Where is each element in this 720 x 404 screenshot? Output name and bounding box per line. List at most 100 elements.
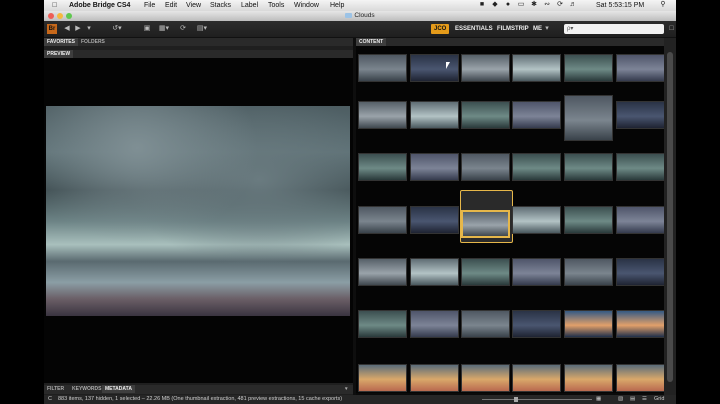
thumbnail[interactable]	[461, 153, 510, 181]
menu-help[interactable]: Help	[330, 1, 344, 10]
tab-preview[interactable]: PREVIEW	[44, 50, 74, 58]
volume-icon[interactable]: ♬	[569, 1, 577, 9]
thumbnail[interactable]	[512, 206, 561, 234]
tab-favorites[interactable]: FAVORITES	[44, 38, 78, 46]
thumbnail[interactable]	[410, 153, 459, 181]
thumbnail[interactable]	[564, 258, 613, 286]
menu-edit[interactable]: Edit	[165, 1, 177, 10]
panel-menu-icon[interactable]: ▾	[342, 385, 351, 393]
back-icon[interactable]: ◀	[63, 24, 71, 34]
menu-stacks[interactable]: Stacks	[210, 1, 231, 10]
thumbnail[interactable]	[616, 258, 664, 286]
thumbnail[interactable]	[461, 258, 510, 286]
right-panel: CONTENT	[356, 38, 664, 395]
refresh-icon[interactable]: C	[48, 395, 52, 404]
camera-download-icon[interactable]: ▣	[142, 24, 152, 34]
forward-icon[interactable]: ▶	[74, 24, 82, 34]
menu-tools[interactable]: Tools	[268, 1, 284, 10]
wifi-icon[interactable]: ∾	[543, 1, 551, 9]
thumbnail[interactable]	[461, 310, 510, 338]
menu-clock[interactable]: Sat 5:53:15 PM	[596, 1, 644, 10]
thumbnail[interactable]	[616, 153, 664, 181]
thumbnail[interactable]	[358, 310, 407, 338]
workspace-me[interactable]: ME	[533, 24, 542, 34]
thumbnail[interactable]	[410, 101, 459, 129]
thumbnail[interactable]	[410, 258, 459, 286]
view-list-icon[interactable]: ☰	[642, 395, 647, 404]
workspace-essentials[interactable]: ESSENTIALS	[455, 24, 493, 34]
metadata-tabs: FILTER KEYWORDS METADATA ▾	[44, 385, 353, 394]
scrollbar-thumb[interactable]	[667, 52, 673, 382]
thumbnail[interactable]	[616, 54, 664, 82]
menu-file[interactable]: File	[144, 1, 155, 10]
thumbnail[interactable]	[564, 364, 613, 392]
workspace-jco[interactable]: JCO	[431, 24, 450, 34]
workspace-menu-icon[interactable]: ▾	[543, 24, 551, 34]
thumbnail-size-slider[interactable]	[482, 399, 592, 400]
thumbnail[interactable]	[358, 206, 407, 234]
thumbnail[interactable]	[461, 364, 510, 392]
thumbnail[interactable]	[358, 364, 407, 392]
thumbnail[interactable]	[564, 153, 613, 181]
output-icon[interactable]: ▤▾	[194, 24, 210, 34]
thumbnail[interactable]	[564, 95, 613, 141]
display-icon[interactable]: ▭	[517, 1, 525, 9]
compact-mode-icon[interactable]: □	[668, 24, 675, 34]
sync-icon[interactable]: ⟳	[556, 1, 564, 9]
rotate-icon[interactable]: ⟳	[178, 24, 188, 34]
apple-icon[interactable]: 	[52, 1, 57, 10]
thumbnail[interactable]	[358, 258, 407, 286]
thumbnail[interactable]	[564, 54, 613, 82]
bluetooth-icon[interactable]: ✱	[530, 1, 538, 9]
tab-content[interactable]: CONTENT	[356, 38, 387, 46]
thumbnail[interactable]	[461, 101, 510, 129]
tab-folders[interactable]: FOLDERS	[78, 38, 108, 46]
app-name-menu[interactable]: Adobe Bridge CS4	[69, 1, 130, 10]
thumbnail[interactable]	[358, 54, 407, 82]
thumbnail[interactable]	[564, 206, 613, 234]
thumbnail[interactable]	[461, 54, 510, 82]
content-scrollbar[interactable]	[664, 38, 676, 395]
thumbnail[interactable]	[512, 54, 561, 82]
thumbnail[interactable]	[410, 54, 459, 82]
view-grid-icon[interactable]: ▧	[618, 395, 623, 404]
dropbox-icon[interactable]: ◆	[491, 1, 499, 9]
workspace-filmstrip[interactable]: FILMSTRIP	[497, 24, 529, 34]
refine-icon[interactable]: ▦▾	[156, 24, 172, 34]
thumbnail[interactable]	[410, 206, 459, 234]
thumbnail[interactable]	[461, 210, 510, 238]
slider-knob[interactable]	[514, 397, 518, 402]
thumbnail[interactable]	[512, 310, 561, 338]
thumbnail[interactable]	[564, 310, 613, 338]
thumbnail[interactable]	[616, 364, 664, 392]
recent-folders-icon[interactable]: ↺▾	[110, 24, 124, 34]
thumbnail[interactable]	[512, 101, 561, 129]
thumbnail[interactable]	[616, 206, 664, 234]
view-details-icon[interactable]: ▤	[630, 395, 635, 404]
menu-view[interactable]: View	[186, 1, 201, 10]
thumbnail[interactable]	[512, 364, 561, 392]
app-toolbar: Br ◀ ▶ ▾ ↺▾ ▣ ▦▾ ⟳ ▤▾ JCO ESSENTIALS FIL…	[44, 21, 676, 38]
thumbnail[interactable]	[616, 101, 664, 129]
menu-label[interactable]: Label	[241, 1, 258, 10]
preview-image[interactable]	[46, 106, 350, 316]
content-grid	[356, 46, 664, 393]
grid-lock-icon[interactable]: ▦	[596, 395, 601, 404]
chat-icon[interactable]: ●	[504, 1, 512, 9]
chevron-down-icon[interactable]: ▾	[85, 24, 93, 34]
thumbnail[interactable]	[410, 310, 459, 338]
folder-icon	[345, 12, 353, 18]
thumbnail[interactable]	[512, 258, 561, 286]
camera-icon[interactable]: ■	[478, 1, 486, 9]
spotlight-icon[interactable]: ⚲	[659, 1, 667, 9]
thumbnail[interactable]	[616, 310, 664, 338]
menu-window[interactable]: Window	[294, 1, 319, 10]
tab-filter[interactable]: FILTER	[44, 385, 67, 393]
search-input[interactable]: ρ▾	[564, 24, 664, 34]
thumbnail[interactable]	[512, 153, 561, 181]
thumbnail[interactable]	[410, 364, 459, 392]
thumbnail[interactable]	[358, 101, 407, 129]
tab-metadata[interactable]: METADATA	[102, 385, 135, 393]
tab-keywords[interactable]: KEYWORDS	[69, 385, 104, 393]
thumbnail[interactable]	[358, 153, 407, 181]
